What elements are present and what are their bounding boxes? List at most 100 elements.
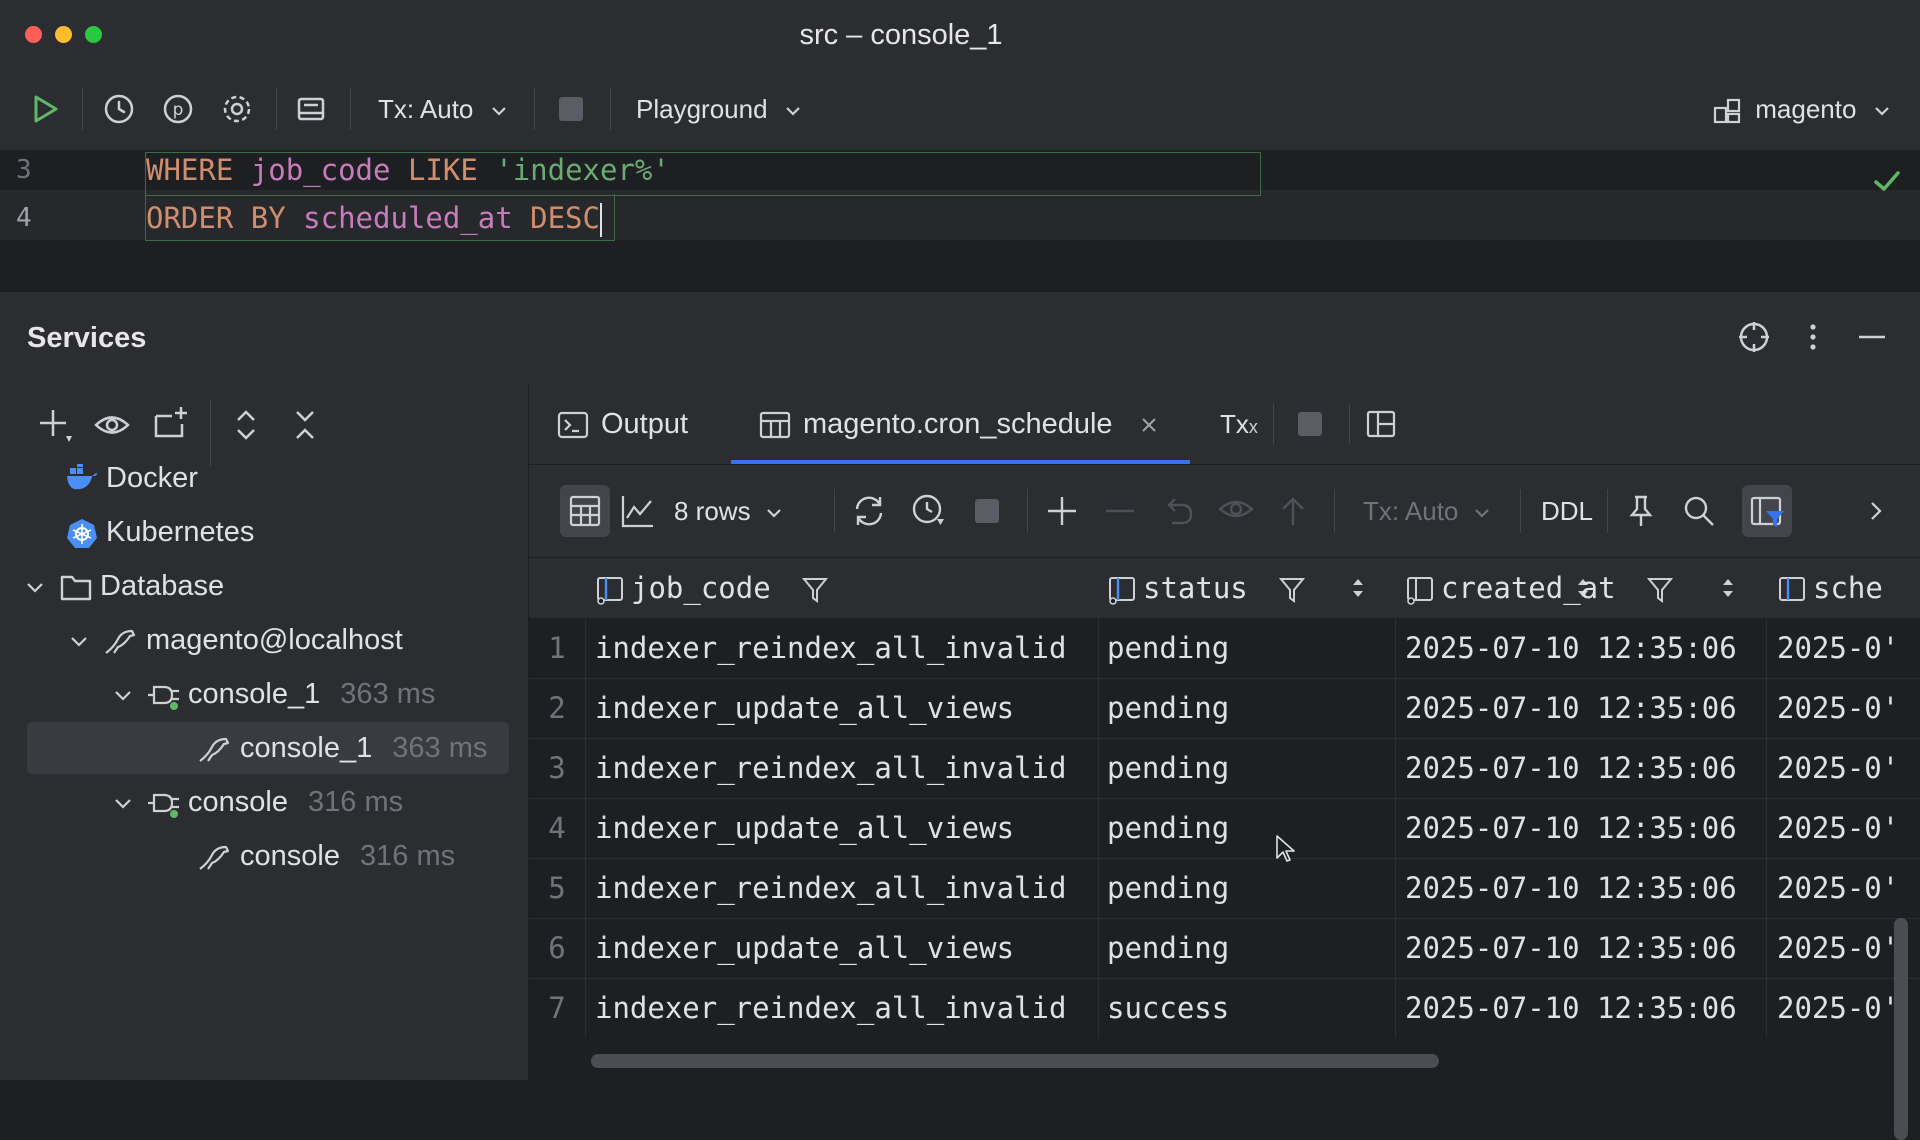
cell-created-at[interactable]: 2025-07-10 12:35:06 bbox=[1405, 738, 1763, 798]
tx-tab[interactable]: Txx bbox=[1220, 384, 1258, 464]
cell-status[interactable]: pending bbox=[1107, 798, 1392, 858]
cell-job-code[interactable]: indexer_update_all_views bbox=[595, 678, 1095, 738]
table-view-button[interactable] bbox=[560, 485, 610, 537]
show-button[interactable] bbox=[93, 406, 131, 444]
cell-scheduled-at[interactable]: 2025-0' bbox=[1777, 978, 1897, 1038]
filter-icon[interactable] bbox=[1647, 575, 1674, 605]
column-header-status[interactable]: status bbox=[1107, 558, 1306, 618]
sql-editor[interactable]: 3 WHERE job_code LIKE 'indexer%' 4 ORDER… bbox=[0, 150, 1920, 292]
layout-toggle-button[interactable] bbox=[1365, 408, 1397, 440]
cell-status[interactable]: pending bbox=[1107, 858, 1392, 918]
horizontal-scrollbar[interactable] bbox=[591, 1054, 1439, 1068]
cell-job-code[interactable]: indexer_update_all_views bbox=[595, 798, 1095, 858]
cell-created-at[interactable]: 2025-07-10 12:35:06 bbox=[1405, 798, 1763, 858]
cell-created-at[interactable]: 2025-07-10 12:35:06 bbox=[1405, 678, 1763, 738]
sort-icon[interactable] bbox=[1721, 576, 1735, 600]
history-button[interactable] bbox=[100, 90, 138, 128]
column-header-job-code[interactable]: job_code bbox=[595, 558, 829, 618]
cell-created-at[interactable]: 2025-07-10 12:35:06 bbox=[1405, 618, 1763, 678]
cell-job-code[interactable]: indexer_reindex_all_invalid bbox=[595, 738, 1095, 798]
tree-item-console-group[interactable]: console 316 ms bbox=[112, 776, 403, 828]
table-row[interactable]: 1 indexer_reindex_all_invalid pending 20… bbox=[529, 618, 1920, 679]
settings-button[interactable] bbox=[218, 90, 256, 128]
cell-created-at[interactable]: 2025-07-10 12:35:06 bbox=[1405, 978, 1763, 1038]
output-layout-button[interactable] bbox=[292, 90, 330, 128]
cell-job-code[interactable]: indexer_reindex_all_invalid bbox=[595, 618, 1095, 678]
stop-icon bbox=[559, 97, 583, 121]
pin-button[interactable] bbox=[1623, 493, 1659, 529]
add-row-button[interactable] bbox=[1044, 493, 1080, 529]
column-header-created-at[interactable]: created_at bbox=[1405, 558, 1674, 618]
grid-icon bbox=[569, 495, 601, 527]
reload-button[interactable] bbox=[851, 493, 887, 529]
datasource-dropdown[interactable]: magento bbox=[1712, 68, 1892, 150]
cell-status[interactable]: pending bbox=[1107, 678, 1392, 738]
cell-created-at[interactable]: 2025-07-10 12:35:06 bbox=[1405, 918, 1763, 978]
table-row[interactable]: 3 indexer_reindex_all_invalid pending 20… bbox=[529, 738, 1920, 799]
cell-scheduled-at[interactable]: 2025-0' bbox=[1777, 678, 1897, 738]
preview-changes-button[interactable] bbox=[1217, 493, 1255, 529]
line-number: 4 bbox=[16, 203, 32, 233]
cell-scheduled-at[interactable]: 2025-0' bbox=[1777, 738, 1897, 798]
table-row[interactable]: 6 indexer_update_all_views pending 2025-… bbox=[529, 918, 1920, 979]
cell-job-code[interactable]: indexer_reindex_all_invalid bbox=[595, 858, 1095, 918]
submit-button[interactable] bbox=[1275, 493, 1311, 529]
minimize-panel-button[interactable] bbox=[1855, 320, 1889, 354]
tree-item-kubernetes[interactable]: Kubernetes bbox=[66, 506, 254, 558]
tree-item-database[interactable]: Database bbox=[24, 560, 224, 612]
tab-cron-schedule[interactable]: magento.cron_schedule bbox=[759, 384, 1159, 464]
tx-mode-dropdown[interactable]: Tx: Auto bbox=[1363, 465, 1492, 557]
sort-icon[interactable] bbox=[1351, 576, 1365, 600]
column-label: sche bbox=[1813, 571, 1883, 605]
cell-created-at[interactable]: 2025-07-10 12:35:06 bbox=[1405, 858, 1763, 918]
explain-plan-button[interactable]: p bbox=[159, 90, 197, 128]
ddl-button[interactable]: DDL bbox=[1541, 465, 1593, 557]
close-tab-icon[interactable] bbox=[1139, 415, 1159, 435]
locate-button[interactable] bbox=[1737, 320, 1771, 354]
table-row[interactable]: 4 indexer_update_all_views pending 2025-… bbox=[529, 798, 1920, 859]
tree-item-label: Database bbox=[100, 570, 225, 602]
tab-output[interactable]: Output bbox=[557, 384, 688, 464]
tree-item-host[interactable]: magento@localhost bbox=[68, 614, 403, 666]
cell-status[interactable]: pending bbox=[1107, 738, 1392, 798]
column-header-scheduled-at[interactable]: sche bbox=[1777, 558, 1883, 618]
tx-mode-dropdown[interactable]: Tx: Auto bbox=[378, 68, 509, 150]
revert-button[interactable] bbox=[1160, 493, 1196, 529]
table-row[interactable]: 2 indexer_update_all_views pending 2025-… bbox=[529, 678, 1920, 739]
expand-all-button[interactable] bbox=[228, 406, 264, 444]
filter-icon[interactable] bbox=[802, 575, 829, 605]
chart-view-button[interactable] bbox=[620, 493, 656, 529]
cell-scheduled-at[interactable]: 2025-0' bbox=[1777, 798, 1897, 858]
tree-item-console[interactable]: console 316 ms bbox=[198, 830, 455, 882]
cell-scheduled-at[interactable]: 2025-0' bbox=[1777, 858, 1897, 918]
stop-button[interactable] bbox=[552, 90, 590, 128]
add-service-button[interactable] bbox=[36, 406, 74, 444]
cell-status[interactable]: success bbox=[1107, 978, 1392, 1038]
cell-status[interactable]: pending bbox=[1107, 918, 1392, 978]
vertical-scrollbar[interactable] bbox=[1894, 918, 1908, 1140]
tree-item-console1[interactable]: console_1 363 ms bbox=[198, 722, 487, 774]
search-button[interactable] bbox=[1681, 493, 1717, 529]
playground-dropdown[interactable]: Playground bbox=[636, 68, 803, 150]
table-row[interactable]: 7 indexer_reindex_all_invalid success 20… bbox=[529, 978, 1920, 1038]
delete-row-button[interactable] bbox=[1102, 493, 1138, 529]
collapse-all-button[interactable] bbox=[287, 406, 323, 444]
table-row[interactable]: 5 indexer_reindex_all_invalid pending 20… bbox=[529, 858, 1920, 919]
cell-scheduled-at[interactable]: 2025-0' bbox=[1777, 618, 1897, 678]
history-button[interactable] bbox=[909, 491, 947, 529]
stop-button[interactable] bbox=[1296, 410, 1324, 438]
overflow-button[interactable] bbox=[1864, 499, 1888, 523]
row-count-dropdown[interactable]: 8 rows bbox=[674, 465, 784, 557]
cell-scheduled-at[interactable]: 2025-0' bbox=[1777, 918, 1897, 978]
filter-toggle-button[interactable] bbox=[1742, 485, 1792, 537]
tree-item-console1-group[interactable]: console_1 363 ms bbox=[112, 668, 435, 720]
cell-status[interactable]: pending bbox=[1107, 618, 1392, 678]
more-options-button[interactable] bbox=[1800, 320, 1826, 354]
execute-button[interactable] bbox=[26, 90, 64, 128]
new-group-button[interactable] bbox=[152, 404, 190, 442]
tree-item-docker[interactable]: Docker bbox=[66, 452, 198, 504]
stop-button[interactable] bbox=[973, 497, 1001, 525]
cell-job-code[interactable]: indexer_update_all_views bbox=[595, 918, 1095, 978]
cell-job-code[interactable]: indexer_reindex_all_invalid bbox=[595, 978, 1095, 1038]
filter-icon[interactable] bbox=[1279, 575, 1306, 605]
